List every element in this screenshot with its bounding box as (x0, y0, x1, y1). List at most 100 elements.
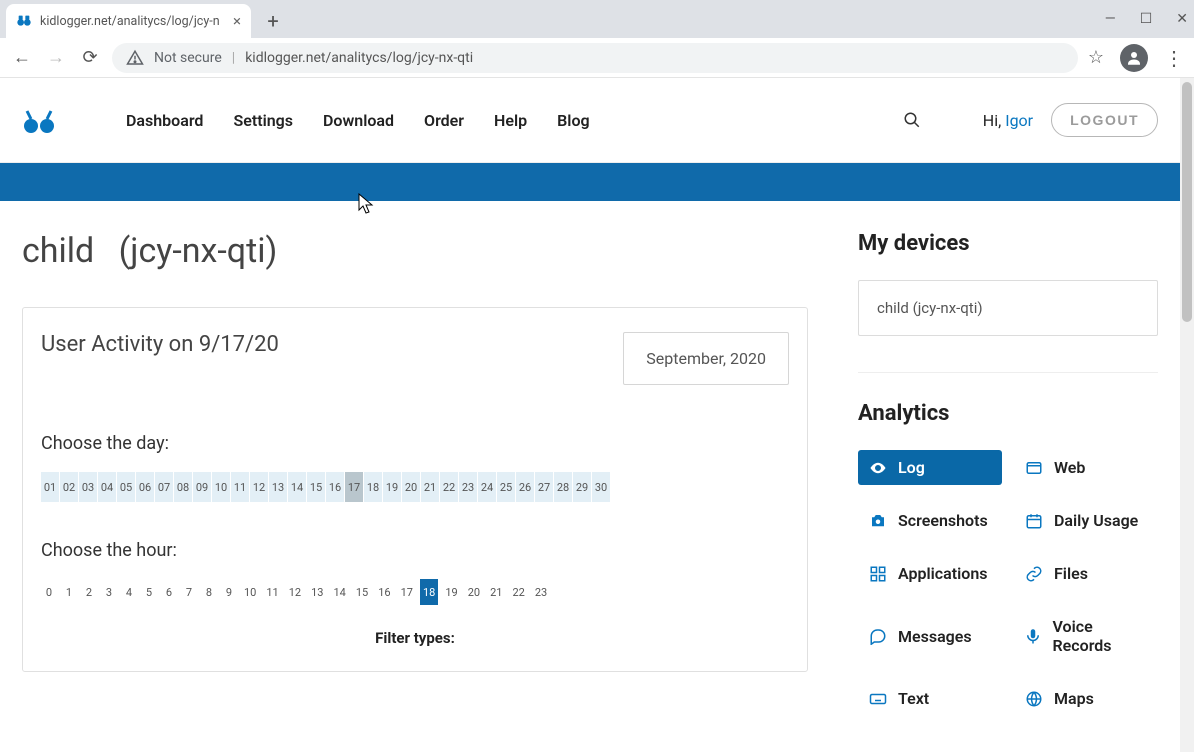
day-29[interactable]: 29 (573, 472, 592, 502)
browser-tab[interactable]: kidlogger.net/analitycs/log/jcy-n × (6, 4, 251, 38)
analytics-maps[interactable]: Maps (1014, 681, 1158, 716)
hour-15[interactable]: 15 (353, 579, 371, 605)
hour-13[interactable]: 13 (308, 579, 326, 605)
nav-reload-button[interactable]: ⟳ (78, 46, 102, 70)
day-14[interactable]: 14 (288, 472, 307, 502)
browser-address-bar: ← → ⟳ Not secure | kidlogger.net/anality… (0, 38, 1194, 78)
hour-16[interactable]: 16 (375, 579, 393, 605)
hour-22[interactable]: 22 (510, 579, 528, 605)
nav-download[interactable]: Download (323, 111, 394, 130)
vertical-scrollbar[interactable] (1180, 78, 1194, 752)
hour-8[interactable]: 8 (201, 579, 217, 605)
mic-icon (1024, 627, 1043, 645)
tab-close-icon[interactable]: × (233, 12, 241, 30)
nav-blog[interactable]: Blog (557, 111, 589, 130)
hour-18[interactable]: 18 (420, 579, 438, 605)
day-07[interactable]: 07 (155, 472, 174, 502)
month-selector[interactable]: September, 2020 (623, 332, 789, 385)
hour-7[interactable]: 7 (181, 579, 197, 605)
day-16[interactable]: 16 (326, 472, 345, 502)
hour-3[interactable]: 3 (101, 579, 117, 605)
day-13[interactable]: 13 (269, 472, 288, 502)
hour-21[interactable]: 21 (487, 579, 505, 605)
window-close-icon[interactable]: ✕ (1176, 11, 1188, 27)
hour-23[interactable]: 23 (532, 579, 550, 605)
hour-4[interactable]: 4 (121, 579, 137, 605)
day-03[interactable]: 03 (79, 472, 98, 502)
header-blue-bar (0, 163, 1180, 201)
nav-forward-button[interactable]: → (44, 46, 68, 70)
keyboard-icon (868, 690, 888, 708)
day-04[interactable]: 04 (98, 472, 117, 502)
day-18[interactable]: 18 (364, 472, 383, 502)
nav-order[interactable]: Order (424, 111, 464, 130)
search-icon[interactable] (903, 111, 921, 129)
analytics-web[interactable]: Web (1014, 450, 1158, 485)
hour-12[interactable]: 12 (286, 579, 304, 605)
profile-avatar-icon[interactable] (1120, 44, 1148, 72)
device-selector[interactable]: child (jcy-nx-qti) (858, 280, 1158, 336)
page-content: DashboardSettingsDownloadOrderHelpBlog H… (0, 78, 1180, 752)
day-15[interactable]: 15 (307, 472, 326, 502)
analytics-nav: Log Web Screenshots Daily Usage Applications… (858, 450, 1158, 716)
analytics-daily-usage[interactable]: Daily Usage (1014, 503, 1158, 538)
day-10[interactable]: 10 (212, 472, 231, 502)
analytics-text[interactable]: Text (858, 681, 1002, 716)
hour-19[interactable]: 19 (442, 579, 460, 605)
day-19[interactable]: 19 (383, 472, 402, 502)
hour-5[interactable]: 5 (141, 579, 157, 605)
day-28[interactable]: 28 (554, 472, 573, 502)
analytics-screenshots[interactable]: Screenshots (858, 503, 1002, 538)
hour-11[interactable]: 11 (263, 579, 281, 605)
hour-17[interactable]: 17 (398, 579, 416, 605)
url-separator: | (232, 50, 235, 66)
analytics-voice-records[interactable]: Voice Records (1014, 609, 1158, 663)
day-26[interactable]: 26 (516, 472, 535, 502)
url-input[interactable]: Not secure | kidlogger.net/analitycs/log… (112, 43, 1078, 73)
hour-10[interactable]: 10 (241, 579, 259, 605)
day-24[interactable]: 24 (478, 472, 497, 502)
day-06[interactable]: 06 (136, 472, 155, 502)
day-17[interactable]: 17 (345, 472, 364, 502)
day-20[interactable]: 20 (402, 472, 421, 502)
analytics-files[interactable]: Files (1014, 556, 1158, 591)
analytics-applications[interactable]: Applications (858, 556, 1002, 591)
new-tab-button[interactable]: + (259, 7, 287, 35)
day-01[interactable]: 01 (41, 472, 60, 502)
hour-9[interactable]: 9 (221, 579, 237, 605)
day-05[interactable]: 05 (117, 472, 136, 502)
hour-2[interactable]: 2 (81, 579, 97, 605)
day-12[interactable]: 12 (250, 472, 269, 502)
scrollbar-thumb[interactable] (1182, 82, 1192, 322)
browser-menu-icon[interactable]: ⋮ (1164, 46, 1184, 70)
nav-dashboard[interactable]: Dashboard (126, 111, 203, 130)
day-08[interactable]: 08 (174, 472, 193, 502)
hour-6[interactable]: 6 (161, 579, 177, 605)
analytics-messages[interactable]: Messages (858, 609, 1002, 663)
day-27[interactable]: 27 (535, 472, 554, 502)
nav-back-button[interactable]: ← (10, 46, 34, 70)
site-logo-icon[interactable] (22, 106, 56, 134)
analytics-log[interactable]: Log (858, 450, 1002, 485)
analytics-item-label: Applications (898, 564, 987, 583)
day-11[interactable]: 11 (231, 472, 250, 502)
hour-14[interactable]: 14 (331, 579, 349, 605)
username-link[interactable]: Igor (1005, 111, 1033, 130)
bookmark-star-icon[interactable]: ☆ (1088, 47, 1104, 68)
day-picker: 0102030405060708091011121314151617181920… (41, 472, 789, 502)
day-23[interactable]: 23 (459, 472, 478, 502)
day-22[interactable]: 22 (440, 472, 459, 502)
hour-20[interactable]: 20 (465, 579, 483, 605)
window-minimize-icon[interactable]: — (1105, 11, 1116, 27)
nav-settings[interactable]: Settings (233, 111, 293, 130)
logout-button[interactable]: LOGOUT (1051, 103, 1158, 137)
day-02[interactable]: 02 (60, 472, 79, 502)
nav-help[interactable]: Help (494, 111, 527, 130)
hour-1[interactable]: 1 (61, 579, 77, 605)
day-30[interactable]: 30 (592, 472, 611, 502)
window-maximize-icon[interactable]: ☐ (1140, 11, 1153, 27)
day-21[interactable]: 21 (421, 472, 440, 502)
hour-0[interactable]: 0 (41, 579, 57, 605)
day-09[interactable]: 09 (193, 472, 212, 502)
day-25[interactable]: 25 (497, 472, 516, 502)
